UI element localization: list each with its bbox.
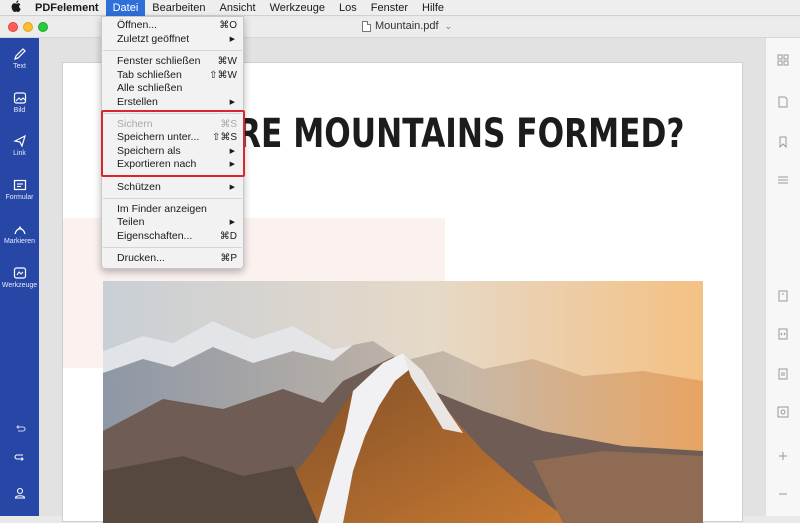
shortcut: ⌘D [219, 231, 237, 242]
menu-los[interactable]: Los [332, 0, 364, 16]
menu-item-recent[interactable]: Zuletzt geöffnet ▶ [102, 33, 243, 46]
undo-icon [15, 425, 26, 432]
shortcut: ⇧⌘W [209, 70, 237, 81]
shortcut: ⌘W [217, 56, 237, 67]
menu-item-open[interactable]: Öffnen... ⌘O [102, 19, 243, 32]
menu-item-label: Im Finder anzeigen [117, 203, 207, 215]
menu-separator [103, 247, 242, 248]
code-page-icon[interactable] [777, 328, 789, 340]
menu-hilfe[interactable]: Hilfe [415, 0, 451, 16]
tool-label: Bild [13, 107, 26, 114]
tool-label: Formular [5, 194, 34, 201]
tool-label: Markieren [3, 238, 36, 245]
document-tab[interactable]: Mountain.pdf ⌄ [362, 20, 452, 32]
menu-fenster[interactable]: Fenster [364, 0, 415, 16]
tool-text[interactable]: Text [0, 47, 39, 70]
menu-datei[interactable]: Datei [105, 0, 146, 16]
submenu-arrow-icon: ▶ [229, 99, 235, 106]
menu-separator [103, 50, 242, 51]
menu-item-close-all[interactable]: Alle schließen [102, 82, 243, 95]
document-title: Mountain.pdf [375, 20, 439, 32]
image-page-icon[interactable] [777, 406, 789, 418]
menu-item-label: Öffnen... [117, 19, 158, 31]
left-toolbar: Text Bild Link Formular Markieren Werkze… [0, 38, 39, 516]
pdf-file-icon [362, 20, 371, 32]
menu-item-label: Drucken... [117, 252, 165, 264]
apple-menu-icon[interactable] [11, 0, 23, 15]
highlighter-icon [13, 226, 26, 235]
minimize-window-button[interactable] [23, 22, 33, 32]
mountain-photo[interactable] [103, 281, 703, 523]
tool-werkzeuge[interactable]: Werkzeuge [0, 266, 39, 289]
right-toolbar [765, 38, 800, 516]
menu-item-print[interactable]: Drucken... ⌘P [102, 252, 243, 265]
menu-item-label: Alle schließen [117, 82, 183, 94]
menu-app-name[interactable]: PDFelement [33, 0, 106, 16]
shortcut: ⌘O [219, 20, 237, 31]
link-icon [12, 134, 26, 148]
menu-item-protect[interactable]: Schützen ▶ [102, 181, 243, 194]
tool-link[interactable]: Link [0, 134, 39, 157]
menu-item-create[interactable]: Erstellen ▶ [102, 96, 243, 109]
menu-item-label: Fenster schließen [117, 55, 201, 67]
pen-icon [13, 48, 26, 60]
tool-label: Text [13, 63, 26, 70]
menu-item-label: Zuletzt geöffnet [117, 33, 190, 45]
tool-markieren[interactable]: Markieren [0, 222, 39, 245]
menu-item-close-window[interactable]: Fenster schließen ⌘W [102, 55, 243, 68]
menu-item-label: Schützen [117, 181, 161, 193]
user-icon [14, 487, 25, 499]
tool-label: Werkzeuge [1, 282, 38, 289]
page-tool-icon[interactable] [777, 290, 789, 302]
submenu-arrow-icon: ▶ [229, 219, 235, 226]
menu-ansicht[interactable]: Ansicht [212, 0, 262, 16]
menu-separator [103, 198, 242, 199]
close-window-button[interactable] [8, 22, 18, 32]
menu-item-label: Teilen [117, 216, 145, 228]
redo-icon [13, 454, 24, 461]
zoom-window-button[interactable] [38, 22, 48, 32]
submenu-arrow-icon: ▶ [229, 36, 235, 43]
account-button[interactable] [0, 486, 39, 500]
annotation-highlight-box [101, 110, 245, 177]
list-icon[interactable] [777, 174, 789, 186]
tool-form[interactable]: Formular [0, 178, 39, 201]
thumbnails-icon[interactable] [777, 54, 789, 66]
menu-item-show-in-finder[interactable]: Im Finder anzeigen [102, 203, 243, 216]
image-icon [13, 92, 26, 104]
menu-item-label: Tab schließen [117, 69, 182, 81]
page-headline[interactable]: RE MOUNTAINS FORMED? [237, 111, 685, 157]
text-page-icon[interactable] [777, 368, 789, 380]
zoom-in-icon[interactable] [777, 450, 789, 462]
menu-werkzeuge[interactable]: Werkzeuge [263, 0, 332, 16]
form-icon [13, 179, 26, 191]
redo-button[interactable] [0, 450, 39, 464]
page-icon[interactable] [777, 96, 789, 108]
chevron-down-icon[interactable]: ⌄ [445, 21, 453, 32]
tools-icon [13, 267, 26, 279]
menu-item-properties[interactable]: Eigenschaften... ⌘D [102, 230, 243, 243]
menu-bearbeiten[interactable]: Bearbeiten [145, 0, 212, 16]
undo-button[interactable] [0, 422, 39, 436]
menu-bar: PDFelement Datei Bearbeiten Ansicht Werk… [0, 0, 800, 16]
zoom-out-icon[interactable] [777, 488, 789, 500]
menu-item-label: Eigenschaften... [117, 230, 193, 242]
tool-image[interactable]: Bild [0, 91, 39, 114]
shortcut: ⌘P [220, 253, 237, 264]
menu-item-close-tab[interactable]: Tab schließen ⇧⌘W [102, 69, 243, 82]
tool-label: Link [13, 150, 26, 157]
bookmark-icon[interactable] [777, 136, 789, 148]
submenu-arrow-icon: ▶ [229, 184, 235, 191]
menu-item-label: Erstellen [117, 96, 158, 108]
menu-item-share[interactable]: Teilen ▶ [102, 216, 243, 229]
